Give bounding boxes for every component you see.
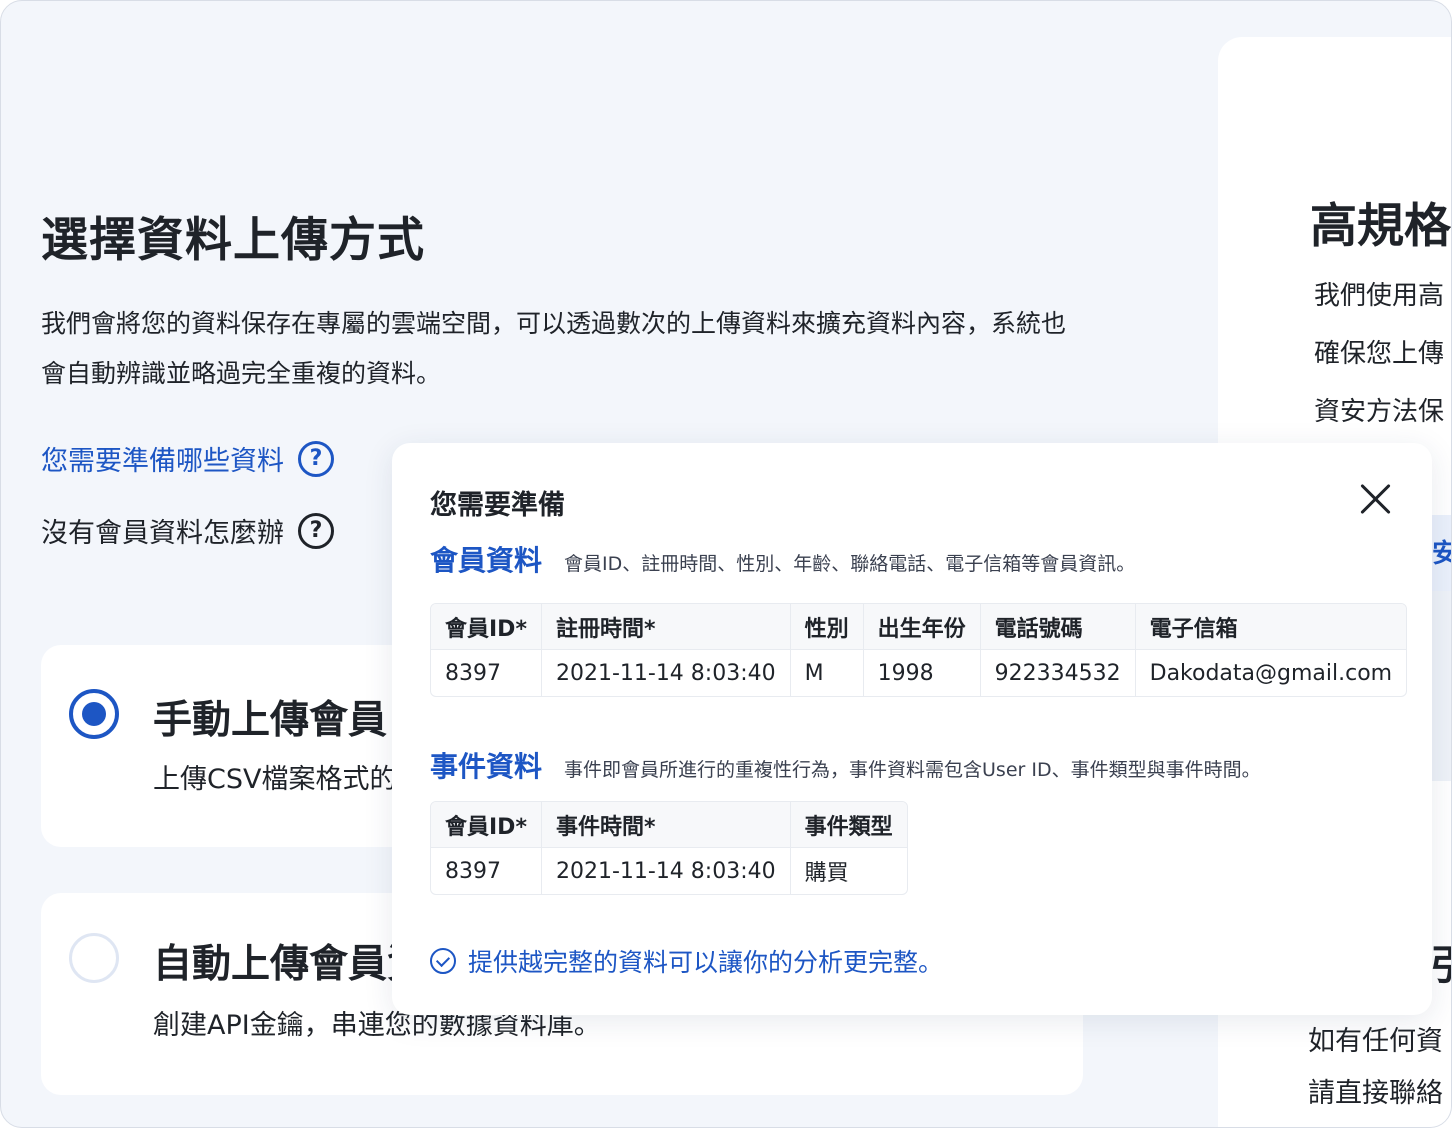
page-frame: 選擇資料上傳方式 我們會將您的資料保存在專屬的雲端空間，可以透過數次的上傳資料來… <box>0 0 1452 1128</box>
member-section-desc: 會員ID、註冊時間、性別、年齡、聯絡電話、電子信箱等會員資訊。 <box>564 553 1136 575</box>
help-link-prepare-data[interactable]: 您需要準備哪些資料 ? <box>41 439 334 478</box>
event-section-title: 事件資料 <box>430 750 543 783</box>
question-icon[interactable]: ? <box>298 512 334 549</box>
table-header-cell: 性別 <box>789 604 863 650</box>
right-panel-line: 確保您上傳 <box>1314 339 1445 369</box>
table-header-cell: 會員ID* <box>431 802 541 848</box>
member-data-table: 會員ID* 註冊時間* 性別 出生年份 電話號碼 電子信箱 8397 2021-… <box>430 603 1408 697</box>
table-cell: 購買 <box>789 848 907 894</box>
right-panel-tab-label: 安 <box>1432 533 1451 570</box>
option-desc: 上傳CSV檔案格式的 <box>153 764 397 795</box>
table-header-cell: 會員ID* <box>431 604 541 650</box>
right-panel-footer-line: 請直接聯絡 <box>1308 1078 1443 1109</box>
radio-unselected[interactable] <box>69 933 119 983</box>
help-plain-label: 沒有會員資料怎麼辦 <box>41 518 284 549</box>
member-section-title: 會員資料 <box>430 544 543 577</box>
right-panel-line: 資安方法保 <box>1314 397 1445 427</box>
page-title: 選擇資料上傳方式 <box>41 213 425 268</box>
table-cell: 2021-11-14 8:03:40 <box>540 848 790 894</box>
help-link-label: 您需要準備哪些資料 <box>41 446 284 477</box>
close-icon[interactable] <box>1358 481 1394 517</box>
table-cell: M <box>789 650 863 696</box>
right-panel-title: 高規格 <box>1310 199 1451 254</box>
table-row: 8397 2021-11-14 8:03:40 M 1998 922334532… <box>431 650 1406 696</box>
page-description: 我們會將您的資料保存在專屬的雲端空間，可以透過數次的上傳資料來擴充資料內容，系統… <box>41 309 1067 388</box>
member-data-section: 會員資料 會員ID、註冊時間、性別、年齡、聯絡電話、電子信箱等會員資訊。 <box>430 539 1135 579</box>
data-requirements-popover: 您需要準備 會員資料 會員ID、註冊時間、性別、年齡、聯絡電話、電子信箱等會員資… <box>392 443 1432 1015</box>
table-header-row: 會員ID* 註冊時間* 性別 出生年份 電話號碼 電子信箱 <box>431 604 1407 650</box>
table-row: 8397 2021-11-14 8:03:40 購買 <box>431 848 907 894</box>
completeness-note: 提供越完整的資料可以讓你的分析更完整。 <box>430 943 943 979</box>
event-section-desc: 事件即會員所進行的重複性行為，事件資料需包含User ID、事件類型與事件時間。 <box>564 759 1261 781</box>
question-icon[interactable]: ? <box>298 440 334 477</box>
table-cell: 922334532 <box>979 650 1135 696</box>
right-panel-line: 我們使用高 <box>1314 281 1445 311</box>
table-header-cell: 出生年份 <box>862 604 980 650</box>
table-cell: 8397 <box>445 858 501 884</box>
table-header-cell: 事件時間* <box>540 802 790 848</box>
table-header-cell: 註冊時間* <box>540 604 790 650</box>
option-title: 手動上傳會員 <box>153 698 388 743</box>
option-title: 自動上傳會員資 <box>153 942 427 987</box>
right-panel-footer-line: 如有任何資 <box>1308 1026 1443 1057</box>
table-header-cell: 事件類型 <box>789 802 907 848</box>
radio-selected[interactable] <box>69 689 119 739</box>
table-header-row: 會員ID* 事件時間* 事件類型 <box>431 802 907 848</box>
table-cell: 8397 <box>445 660 501 686</box>
table-header-cell: 電子信箱 <box>1134 604 1407 650</box>
event-data-section: 事件資料 事件即會員所進行的重複性行為，事件資料需包含User ID、事件類型與… <box>430 745 1261 785</box>
help-link-no-member-data[interactable]: 沒有會員資料怎麼辦 ? <box>41 511 334 550</box>
check-circle-icon <box>430 948 456 974</box>
event-data-table: 會員ID* 事件時間* 事件類型 8397 2021-11-14 8:03:40… <box>430 801 908 895</box>
completeness-note-text: 提供越完整的資料可以讓你的分析更完整。 <box>468 948 944 977</box>
popover-title: 您需要準備 <box>430 490 565 521</box>
table-cell: 2021-11-14 8:03:40 <box>540 650 790 696</box>
right-panel-heading: 引 <box>1430 933 1451 991</box>
table-header-cell: 電話號碼 <box>979 604 1135 650</box>
table-cell: 1998 <box>862 650 980 696</box>
table-cell: Dakodata@gmail.com <box>1134 650 1406 696</box>
